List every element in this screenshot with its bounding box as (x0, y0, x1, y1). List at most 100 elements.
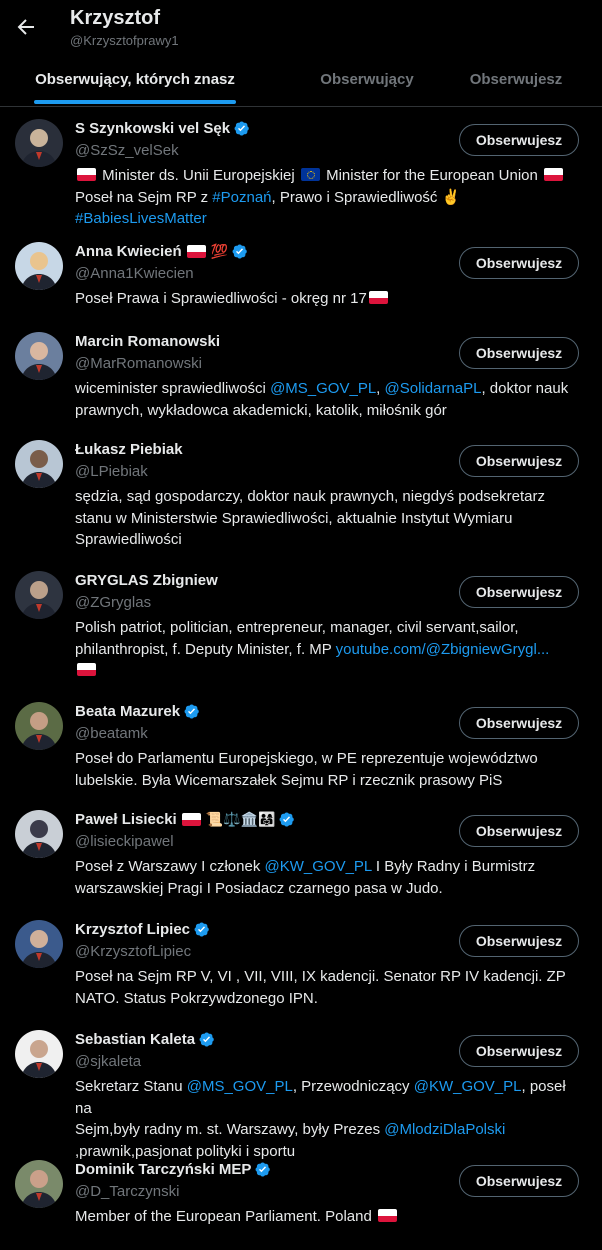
tab-following[interactable]: Obserwujesz (452, 60, 580, 106)
user-row[interactable]: Łukasz Piebiak @LPiebiak sędzia, sąd gospo… (0, 428, 602, 559)
bio-text: Minister for the European Union (321, 167, 543, 184)
user-list: S Szynkowski vel Sęk @SzSz_velSek Ministe… (0, 107, 602, 1248)
avatar[interactable] (15, 332, 63, 380)
avatar[interactable] (15, 440, 63, 488)
following-button[interactable]: Obserwujesz (459, 1165, 579, 1197)
user-name-text: S Szynkowski vel Sęk (75, 120, 231, 137)
poland-flag-icon (378, 1209, 398, 1222)
bio-text: prawnych, wykładowca akademicki, katolik… (75, 401, 447, 419)
user-name[interactable]: S Szynkowski vel Sęk (75, 120, 250, 137)
poland-flag-icon (181, 813, 201, 826)
user-row[interactable]: Dominik Tarczyński MEP @D_Tarczynski Membe… (0, 1148, 602, 1248)
avatar[interactable] (15, 119, 63, 167)
avatar[interactable] (15, 242, 63, 290)
poland-flag-icon (77, 168, 96, 181)
tab-followers[interactable]: Obserwujący (284, 60, 450, 106)
bio-link[interactable]: @KW_GOV_PL (414, 1078, 522, 1095)
following-button[interactable]: Obserwujesz (459, 576, 579, 608)
user-bio: wiceminister sprawiedliwości @MS_GOV_PL,… (75, 378, 575, 421)
user-name[interactable]: Krzysztof Lipiec (75, 921, 210, 938)
user-name[interactable]: Sebastian Kaleta (75, 1031, 215, 1048)
bio-text: Poseł Prawa i Sprawiedliwości - okręg nr… (75, 290, 367, 307)
user-row[interactable]: Krzysztof Lipiec @KrzysztofLipiec Poseł na… (0, 908, 602, 1018)
bio-link[interactable]: @MlodziDlaPolski (384, 1121, 505, 1138)
bio-line: Sprawiedliwości (75, 529, 575, 551)
following-button[interactable]: Obserwujesz (459, 815, 579, 847)
bio-line: sędzia, sąd gospodarczy, doktor nauk pra… (75, 486, 575, 508)
back-arrow-icon[interactable] (14, 15, 38, 39)
bio-link[interactable]: @MS_GOV_PL (187, 1078, 293, 1095)
following-button[interactable]: Obserwujesz (459, 337, 579, 369)
avatar[interactable] (15, 571, 63, 619)
bio-line (75, 660, 575, 682)
bio-line: NATO. Status Pokrzywdzonego IPN. (75, 988, 575, 1010)
bio-text: Poseł z Warszawy I członek (75, 858, 265, 875)
user-name[interactable]: Beata Mazurek (75, 703, 200, 720)
following-button[interactable]: Obserwujesz (459, 247, 579, 279)
user-bio: Member of the European Parliament. Polan… (75, 1206, 575, 1228)
verified-badge-icon (255, 1162, 271, 1177)
user-name[interactable]: Dominik Tarczyński MEP (75, 1161, 271, 1178)
bio-line: Sekretarz Stanu @MS_GOV_PL, Przewodniczą… (75, 1076, 575, 1119)
user-handle: @beatamk (75, 725, 148, 742)
following-button[interactable]: Obserwujesz (459, 1035, 579, 1067)
bio-link[interactable]: #BabiesLivesMatter (75, 210, 207, 227)
user-row[interactable]: Anna Kwiecień 💯 @Anna1Kwiecien Poseł Prawa … (0, 230, 602, 320)
user-row[interactable]: Paweł Lisiecki 📜⚖️🏛️👨‍👩‍👧 @lisieckipawel Po… (0, 798, 602, 908)
eu-flag-icon (300, 168, 320, 181)
avatar[interactable] (15, 1030, 63, 1078)
bio-link[interactable]: youtube.com/@ZbigniewGrygl... (336, 641, 550, 658)
bio-link[interactable]: @MS_GOV_PL (270, 380, 376, 397)
following-button[interactable]: Obserwujesz (459, 124, 579, 156)
bio-text: , Przewodniczący (292, 1078, 414, 1095)
following-button[interactable]: Obserwujesz (459, 445, 579, 477)
user-name[interactable]: Anna Kwiecień 💯 (75, 243, 248, 260)
user-bio: Poseł Prawa i Sprawiedliwości - okręg nr… (75, 288, 575, 310)
avatar[interactable] (15, 810, 63, 858)
user-row[interactable]: Beata Mazurek @beatamk Poseł do Parlamentu… (0, 690, 602, 798)
user-handle: @lisieckipawel (75, 833, 174, 850)
user-name[interactable]: Łukasz Piebiak (75, 441, 183, 458)
user-name-text: Krzysztof Lipiec (75, 921, 191, 938)
verified-badge-icon (194, 922, 209, 937)
user-row[interactable]: Marcin Romanowski @MarRomanowski wiceminis… (0, 320, 602, 428)
user-bio: Poseł do Parlamentu Europejskiego, w PE … (75, 748, 575, 791)
bio-text: sędzia, sąd gospodarczy, doktor nauk pra… (75, 488, 545, 505)
following-button[interactable]: Obserwujesz (459, 707, 579, 739)
user-handle: @Anna1Kwiecien (75, 265, 194, 282)
bio-link[interactable]: @KW_GOV_PL (265, 858, 372, 875)
user-name[interactable]: GRYGLAS Zbigniew (75, 572, 218, 589)
avatar[interactable] (15, 702, 63, 750)
user-name[interactable]: Marcin Romanowski (75, 333, 220, 350)
bio-line: Polish patriot, politician, entrepreneur… (75, 617, 575, 639)
profile-name: Krzysztof (70, 7, 161, 29)
bio-text: Sprawiedliwości (75, 531, 182, 548)
bio-line: stanu w Ministerstwie Sprawiedliwości, a… (75, 508, 575, 530)
user-handle: @KrzysztofLipiec (75, 943, 192, 960)
bio-text: Poseł na Sejm RP z (75, 188, 213, 206)
user-row[interactable]: GRYGLAS Zbigniew @ZGryglas Polish patriot,… (0, 559, 602, 690)
bio-link[interactable]: #Poznań (212, 189, 271, 206)
bio-line: Minister ds. Unii Europejskiej Minister … (75, 165, 575, 187)
bio-link[interactable]: @SolidarnaPL (385, 380, 482, 397)
poland-flag-icon (77, 663, 96, 676)
poland-flag-icon (186, 245, 206, 258)
avatar[interactable] (15, 1160, 63, 1208)
bio-line: Poseł z Warszawy I członek @KW_GOV_PL I … (75, 856, 575, 878)
bio-text: , doktor nauk (481, 380, 569, 397)
avatar[interactable] (15, 920, 63, 968)
following-button[interactable]: Obserwujesz (459, 925, 579, 957)
bio-text: NATO. Status Pokrzywdzonego IPN. (75, 989, 318, 1007)
bio-text: I Były Radny i Burmistrz (371, 858, 536, 875)
user-handle: @D_Tarczynski (75, 1183, 180, 1200)
user-bio: Poseł z Warszawy I członek @KW_GOV_PL I … (75, 856, 575, 899)
user-row[interactable]: Sebastian Kaleta @sjkaleta Sekretarz Stanu… (0, 1018, 602, 1160)
bio-line: lubelskie. Była Wicemarszałek Sejmu RP i… (75, 770, 575, 792)
bio-text: wiceminister sprawiedliwości (75, 380, 271, 397)
user-name[interactable]: Paweł Lisiecki 📜⚖️🏛️👨‍👩‍👧 (75, 811, 295, 828)
bio-text: , Prawo i Sprawiedliwość ✌️ (271, 188, 461, 206)
poland-flag-icon (368, 291, 388, 304)
user-row[interactable]: S Szynkowski vel Sęk @SzSz_velSek Ministe… (0, 107, 602, 230)
name-emoji-icon: 📜⚖️🏛️👨‍👩‍👧 (205, 811, 276, 827)
bio-line: wiceminister sprawiedliwości @MS_GOV_PL,… (75, 378, 575, 400)
